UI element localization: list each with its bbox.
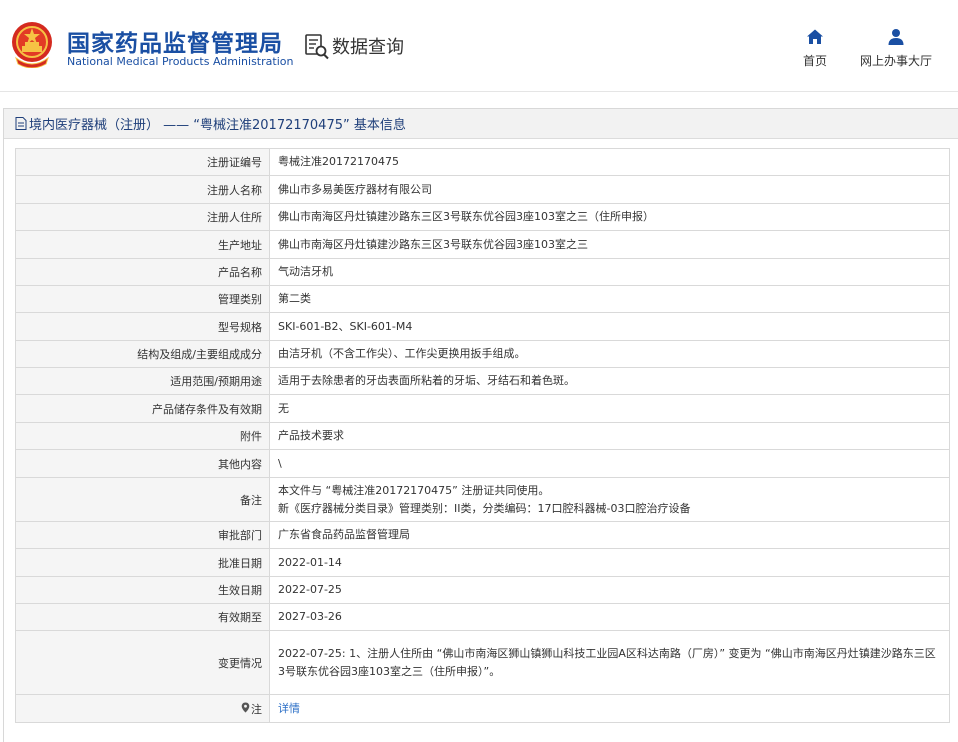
table-row: 变更情况 2022-07-25: 1、注册人住所由 “佛山市南海区狮山镇狮山科技…	[15, 630, 950, 695]
field-label: 附件	[15, 422, 270, 450]
field-label: 管理类别	[15, 285, 270, 313]
registration-info-table: 注册证编号 粤械注准20172170475 注册人名称 佛山市多易美医疗器材有限…	[15, 148, 950, 723]
field-value: 第二类	[269, 285, 950, 313]
field-label: 结构及组成/主要组成成分	[15, 340, 270, 368]
site-header: 国家药品监督管理局 National Medical Products Admi…	[0, 0, 958, 92]
field-label: 注册证编号	[15, 148, 270, 176]
field-label: 批准日期	[15, 548, 270, 577]
table-row: 审批部门 广东省食品药品监督管理局	[15, 521, 950, 549]
table-row: 型号规格 SKI-601-B2、SKI-601-M4	[15, 312, 950, 341]
table-row: 产品储存条件及有效期 无	[15, 394, 950, 423]
field-label: 审批部门	[15, 521, 270, 549]
remark-line: 新《医疗器械分类目录》管理类别：II类，分类编码：17口腔科器械-03口腔治疗设…	[278, 501, 691, 515]
nav-home-label: 首页	[802, 54, 827, 68]
field-label: 注册人名称	[15, 175, 270, 204]
field-label: 产品储存条件及有效期	[15, 394, 270, 423]
table-row: 生效日期 2022-07-25	[15, 576, 950, 604]
field-label: 适用范围/预期用途	[15, 367, 270, 395]
field-value: 2022-01-14	[269, 548, 950, 577]
table-row: 产品名称 气动洁牙机	[15, 258, 950, 286]
data-query-label: 数据查询	[332, 37, 404, 58]
document-icon	[15, 117, 27, 130]
field-value: 气动洁牙机	[269, 258, 950, 286]
location-pin-icon	[241, 702, 250, 712]
table-row: 附件 产品技术要求	[15, 422, 950, 450]
field-label: 有效期至	[15, 603, 270, 631]
panel-heading-text: 境内医疗器械（注册） —— “粤械注准20172170475” 基本信息	[29, 118, 406, 133]
field-value: \	[269, 449, 950, 478]
national-emblem-icon	[12, 22, 52, 68]
field-label: 变更情况	[15, 630, 270, 695]
field-value: 佛山市多易美医疗器材有限公司	[269, 175, 950, 204]
site-title-english: National Medical Products Administration	[67, 55, 294, 68]
field-value: 粤械注准20172170475	[269, 148, 950, 176]
field-value: SKI-601-B2、SKI-601-M4	[269, 312, 950, 341]
nav-online-hall[interactable]: 网上办事大厅	[858, 28, 934, 69]
field-value: 由洁牙机（不含工作尖）、工作尖更换用扳手组成。	[269, 340, 950, 368]
table-row: 注 详情	[15, 694, 950, 723]
field-value: 2022-07-25	[269, 576, 950, 604]
user-icon	[888, 29, 904, 45]
field-value: 适用于去除患者的牙齿表面所粘着的牙垢、牙结石和着色斑。	[269, 367, 950, 395]
data-query-button[interactable]: 数据查询	[304, 32, 404, 60]
table-row: 管理类别 第二类	[15, 285, 950, 313]
field-value: 佛山市南海区丹灶镇建沙路东三区3号联东优谷园3座103室之三（住所申报）	[269, 203, 950, 231]
field-label: 注册人住所	[15, 203, 270, 231]
table-row: 批准日期 2022-01-14	[15, 548, 950, 577]
field-label: 生产地址	[15, 230, 270, 259]
note-label: 注	[251, 702, 262, 716]
detail-panel: 境内医疗器械（注册） —— “粤械注准20172170475” 基本信息 注册证…	[3, 108, 958, 742]
field-value: 无	[269, 394, 950, 423]
table-row: 结构及组成/主要组成成分 由洁牙机（不含工作尖）、工作尖更换用扳手组成。	[15, 340, 950, 368]
remark-line: 本文件与 “粤械注准20172170475” 注册证共同使用。	[278, 483, 550, 497]
field-value: 2022-07-25: 1、注册人住所由 “佛山市南海区狮山镇狮山科技工业园A区…	[269, 630, 950, 695]
field-label: 产品名称	[15, 258, 270, 286]
nav-online-hall-label: 网上办事大厅	[859, 54, 932, 68]
home-icon	[807, 29, 823, 44]
search-doc-icon	[305, 34, 329, 60]
field-value: 2027-03-26	[269, 603, 950, 631]
field-label: 生效日期	[15, 576, 270, 604]
site-title: 国家药品监督管理局	[67, 31, 283, 57]
field-label: 其他内容	[15, 449, 270, 478]
table-row: 其他内容 \	[15, 449, 950, 478]
table-row: 适用范围/预期用途 适用于去除患者的牙齿表面所粘着的牙垢、牙结石和着色斑。	[15, 367, 950, 395]
field-value: 广东省食品药品监督管理局	[269, 521, 950, 549]
nav-home[interactable]: 首页	[798, 28, 832, 69]
field-label: 备注	[15, 477, 270, 522]
field-label: 型号规格	[15, 312, 270, 341]
panel-heading: 境内医疗器械（注册） —— “粤械注准20172170475” 基本信息	[4, 109, 958, 139]
details-link[interactable]: 详情	[278, 702, 300, 715]
table-row: 有效期至 2027-03-26	[15, 603, 950, 631]
table-row: 备注 本文件与 “粤械注准20172170475” 注册证共同使用。 新《医疗器…	[15, 477, 950, 522]
table-row: 注册人名称 佛山市多易美医疗器材有限公司	[15, 175, 950, 204]
field-value: 本文件与 “粤械注准20172170475” 注册证共同使用。 新《医疗器械分类…	[269, 477, 950, 522]
table-row: 注册证编号 粤械注准20172170475	[15, 148, 950, 176]
table-row: 注册人住所 佛山市南海区丹灶镇建沙路东三区3号联东优谷园3座103室之三（住所申…	[15, 203, 950, 231]
field-value: 产品技术要求	[269, 422, 950, 450]
field-value: 详情	[269, 694, 950, 723]
field-value: 佛山市南海区丹灶镇建沙路东三区3号联东优谷园3座103室之三	[269, 230, 950, 259]
field-label: 注	[15, 694, 270, 723]
table-row: 生产地址 佛山市南海区丹灶镇建沙路东三区3号联东优谷园3座103室之三	[15, 230, 950, 259]
